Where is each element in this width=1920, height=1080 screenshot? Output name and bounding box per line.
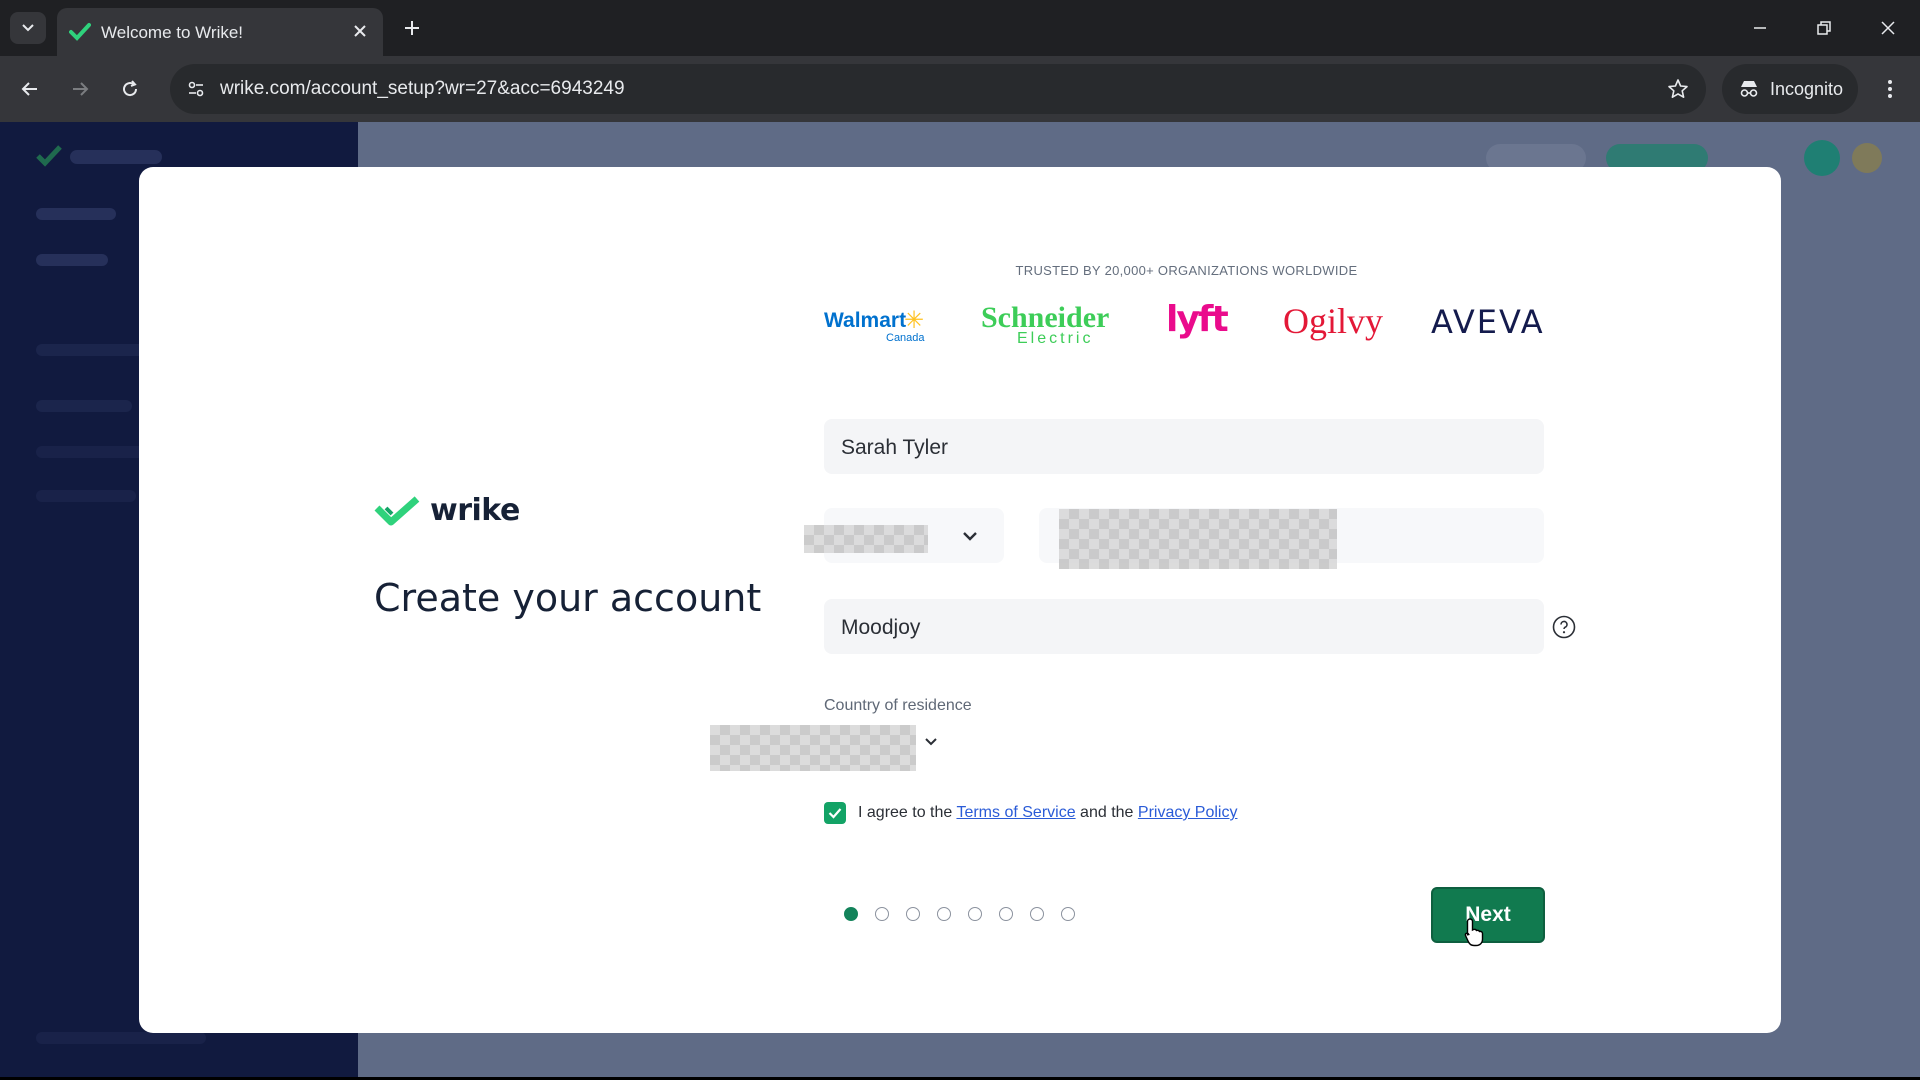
tune-icon — [188, 81, 204, 97]
close-icon — [354, 25, 366, 37]
close-window-button[interactable] — [1864, 8, 1912, 48]
site-info-button[interactable] — [182, 75, 210, 103]
pointer-cursor-icon — [1464, 918, 1484, 947]
step-dot — [906, 907, 920, 921]
restore-button[interactable] — [1800, 8, 1848, 48]
arrow-left-icon — [21, 82, 37, 96]
arrow-right-icon — [73, 82, 89, 96]
incognito-label: Incognito — [1770, 78, 1844, 99]
bookmark-button[interactable] — [1664, 75, 1692, 103]
minimize-button[interactable] — [1736, 8, 1784, 48]
wrike-check-icon — [374, 495, 420, 525]
walmart-logo: Walmart Canada ✳ — [824, 307, 925, 345]
background-nav-line — [36, 400, 132, 412]
step-indicator — [844, 907, 1075, 921]
new-tab-button[interactable] — [396, 12, 428, 44]
incognito-icon — [1740, 81, 1758, 97]
redacted-country-code — [804, 525, 928, 553]
close-icon — [1881, 21, 1895, 35]
trusted-caption: TRUSTED BY 20,000+ ORGANIZATIONS WORLDWI… — [1015, 263, 1358, 278]
page-title: Create your account — [374, 576, 762, 620]
walmart-spark-icon: ✳ — [904, 307, 925, 334]
background-nav-line — [36, 208, 116, 220]
terms-of-service-link[interactable]: Terms of Service — [956, 804, 1075, 821]
background-nav-line — [36, 446, 156, 458]
agree-text: I agree to the Terms of Service and the … — [858, 804, 1238, 821]
background-logo-icon — [36, 145, 162, 167]
incognito-indicator[interactable]: Incognito — [1722, 64, 1858, 114]
step-dot — [875, 907, 889, 921]
reload-button[interactable] — [114, 73, 146, 105]
tab-close-button[interactable] — [347, 18, 373, 44]
background-nav-line — [36, 254, 108, 266]
help-icon[interactable] — [1552, 615, 1576, 639]
wrike-logo: wrike — [374, 493, 520, 528]
lyft-logo: lyft — [1166, 299, 1229, 340]
next-button[interactable]: Next — [1431, 887, 1545, 943]
ogilvy-logo: Ogilvy — [1283, 301, 1384, 341]
redacted-phone-number — [1059, 509, 1337, 569]
background-avatar — [1804, 140, 1840, 176]
full-name-value: Sarah Tyler — [841, 436, 948, 459]
browser-toolbar: wrike.com/account_setup?wr=27&acc=694324… — [0, 56, 1920, 122]
step-dot — [1061, 907, 1075, 921]
background-nav-line — [36, 490, 136, 502]
more-vertical-icon — [1888, 80, 1892, 98]
country-label: Country of residence — [824, 697, 972, 714]
reload-icon — [123, 80, 138, 97]
chevron-down-icon[interactable] — [959, 525, 981, 547]
wrike-favicon-icon — [69, 23, 91, 41]
terms-agreement: I agree to the Terms of Service and the … — [824, 802, 1237, 824]
browser-tab[interactable]: Welcome to Wrike! — [57, 8, 383, 56]
chevron-down-icon — [22, 24, 34, 32]
url-text: wrike.com/account_setup?wr=27&acc=694324… — [220, 78, 625, 99]
forward-button[interactable] — [64, 73, 96, 105]
step-dot — [999, 907, 1013, 921]
country-select[interactable] — [710, 725, 916, 771]
star-icon — [1668, 79, 1688, 98]
browser-menu-button[interactable] — [1874, 73, 1906, 105]
chevron-down-icon[interactable] — [922, 733, 940, 751]
restore-icon — [1817, 21, 1831, 35]
minimize-icon — [1754, 27, 1766, 29]
back-button[interactable] — [14, 73, 46, 105]
background-avatar — [1852, 143, 1882, 173]
browser-tab-bar: Welcome to Wrike! — [0, 0, 1920, 56]
background-nav-line — [36, 344, 146, 356]
full-name-input[interactable]: Sarah Tyler — [824, 419, 1544, 474]
plus-icon — [405, 21, 419, 35]
tab-title: Welcome to Wrike! — [101, 23, 244, 42]
checkmark-icon — [828, 808, 842, 819]
step-dot — [844, 907, 858, 921]
create-account-modal: wrike Create your account TRUSTED BY 20,… — [139, 167, 1781, 1033]
schneider-logo: Schneider Electric — [981, 301, 1110, 348]
background-nav-line — [36, 1032, 206, 1044]
address-bar[interactable]: wrike.com/account_setup?wr=27&acc=694324… — [170, 64, 1706, 114]
privacy-policy-link[interactable]: Privacy Policy — [1138, 804, 1238, 821]
tab-search-button[interactable] — [10, 12, 46, 44]
agree-checkbox[interactable] — [824, 802, 846, 824]
logo-text: wrike — [430, 493, 520, 528]
aveva-logo: AVEVA — [1431, 303, 1545, 341]
company-name-input[interactable]: Moodjoy — [824, 599, 1544, 654]
step-dot — [1030, 907, 1044, 921]
company-name-value: Moodjoy — [841, 616, 921, 639]
step-dot — [968, 907, 982, 921]
step-dot — [937, 907, 951, 921]
